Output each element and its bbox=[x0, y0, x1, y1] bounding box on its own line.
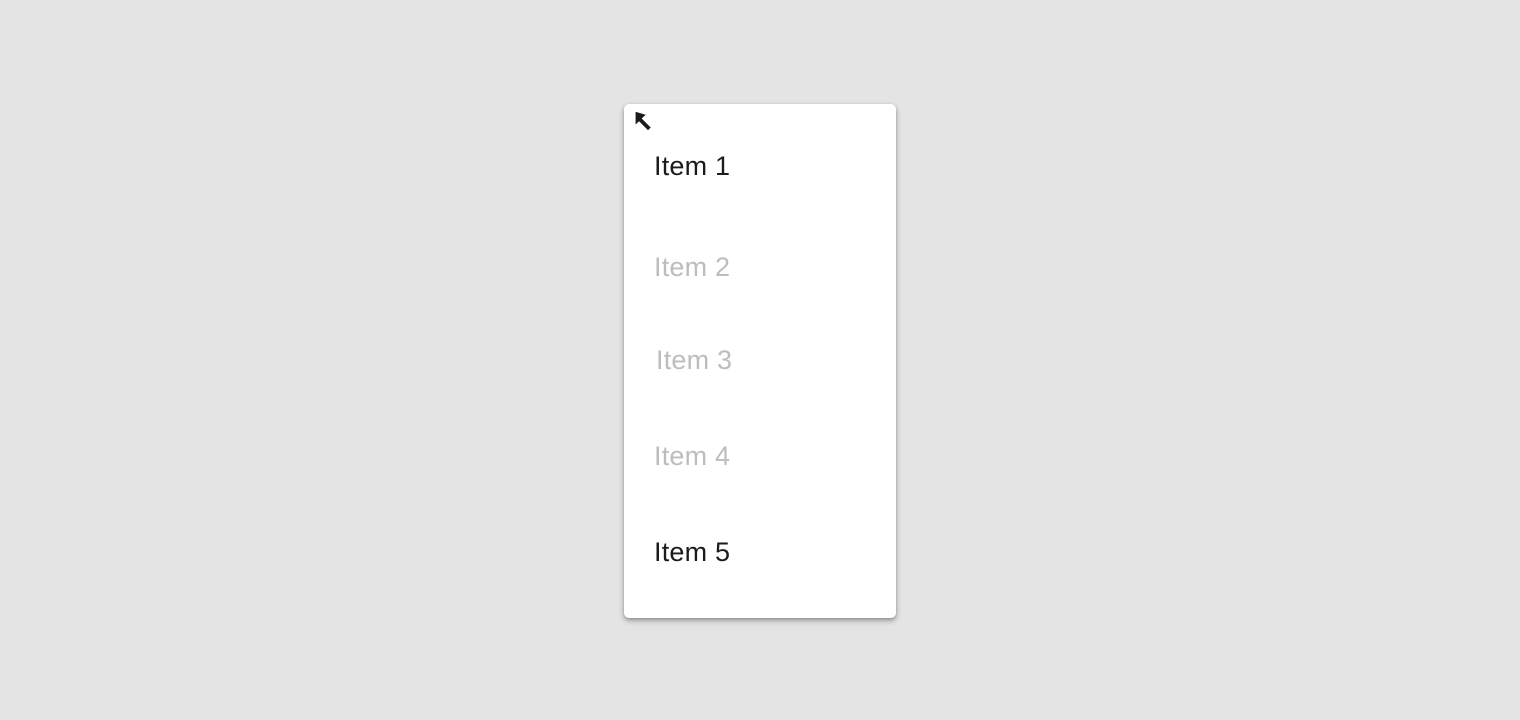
arrow-cursor-icon bbox=[634, 110, 653, 132]
menu-item-label: Item 3 bbox=[656, 344, 733, 375]
menu-item-1[interactable]: Item 1 bbox=[624, 144, 896, 188]
menu-item-label: Item 1 bbox=[654, 150, 731, 181]
menu-item-4: Item 4 bbox=[624, 434, 896, 478]
menu-item-label: Item 2 bbox=[654, 251, 731, 282]
dropdown-menu: Item 1 Item 2 Item 3 Item 4 Item 5 bbox=[624, 104, 896, 618]
menu-item-3: Item 3 bbox=[624, 338, 896, 382]
menu-item-label: Item 5 bbox=[654, 536, 731, 567]
menu-item-label: Item 4 bbox=[654, 440, 731, 471]
menu-item-2: Item 2 bbox=[624, 245, 896, 289]
menu-item-5[interactable]: Item 5 bbox=[624, 530, 896, 574]
